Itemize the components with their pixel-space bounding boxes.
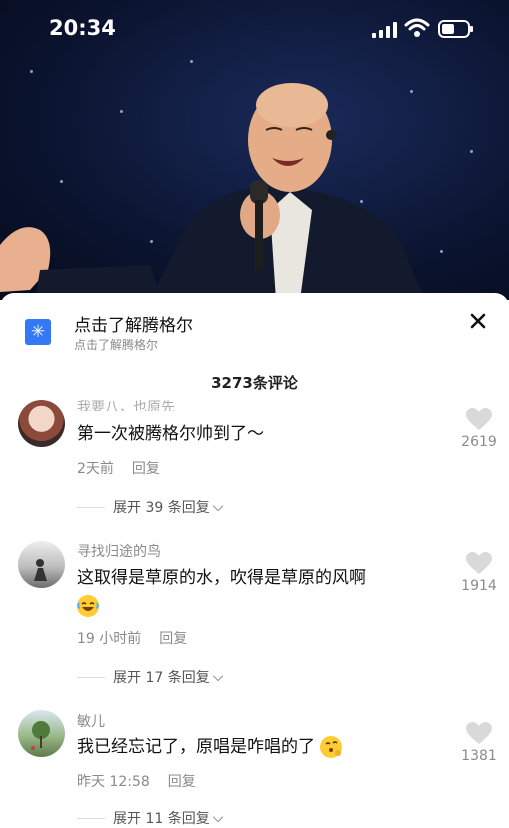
like-button[interactable]: 2619 bbox=[456, 408, 502, 450]
signal-icon bbox=[372, 22, 397, 38]
avatar[interactable] bbox=[18, 400, 65, 447]
close-icon[interactable] bbox=[466, 309, 490, 333]
expand-replies-button[interactable]: 展开 17 条回复 ⌵ bbox=[77, 667, 223, 687]
status-time: 20:34 bbox=[49, 16, 116, 40]
comment-text-content: 第一次被腾格尔帅到了～ bbox=[77, 424, 264, 444]
singer-image bbox=[0, 83, 425, 300]
heart-icon bbox=[466, 552, 492, 574]
chevron-down-icon: ⌵ bbox=[212, 669, 224, 685]
comment-text[interactable]: 第一次被腾格尔帅到了～ bbox=[77, 420, 427, 448]
expand-replies-label: 展开 39 条回复 bbox=[113, 500, 210, 516]
comment-username[interactable]: 我要八，也原先 bbox=[77, 397, 175, 411]
comment-username[interactable]: 敏儿 bbox=[77, 711, 105, 731]
status-bar: 20:34 bbox=[0, 0, 509, 58]
heart-icon bbox=[466, 408, 492, 430]
asterisk-icon[interactable]: ✳ bbox=[25, 319, 51, 345]
divider bbox=[77, 817, 105, 819]
avatar[interactable] bbox=[18, 710, 65, 757]
like-count: 2619 bbox=[461, 434, 497, 450]
comment-text[interactable]: 我已经忘记了，原唱是咋唱的了 bbox=[77, 733, 427, 761]
landscape-icon bbox=[31, 721, 50, 750]
source-title[interactable]: 点击了解腾格尔 bbox=[74, 311, 193, 336]
comment-time: 2天前 bbox=[77, 461, 114, 477]
battery-icon bbox=[438, 20, 473, 38]
comment-meta: 昨天 12:58 回复 bbox=[77, 771, 196, 791]
wifi-icon bbox=[404, 18, 430, 37]
comment-text-content: 我已经忘记了，原唱是咋唱的了 bbox=[77, 737, 315, 757]
like-count: 1381 bbox=[461, 748, 497, 764]
like-button[interactable]: 1381 bbox=[456, 722, 502, 764]
reply-button[interactable]: 回复 bbox=[159, 631, 187, 647]
silhouette-icon bbox=[34, 559, 47, 581]
comment-text-content: 这取得是草原的水，吹得是草原的风啊 bbox=[77, 568, 366, 588]
chevron-down-icon: ⌵ bbox=[212, 810, 224, 826]
reply-button[interactable]: 回复 bbox=[132, 461, 160, 477]
expand-replies-button[interactable]: 展开 39 条回复 ⌵ bbox=[77, 497, 223, 517]
avatar[interactable] bbox=[18, 541, 65, 588]
expand-replies-button[interactable]: 展开 11 条回复 ⌵ bbox=[77, 808, 223, 828]
thinking-emoji bbox=[320, 736, 343, 758]
divider bbox=[77, 676, 105, 678]
like-count: 1914 bbox=[461, 578, 497, 594]
comment-count: 3273条评论 bbox=[211, 374, 298, 392]
reply-button[interactable]: 回复 bbox=[168, 774, 196, 790]
comment-time: 昨天 12:58 bbox=[77, 774, 150, 790]
comment-meta: 2天前 回复 bbox=[77, 458, 160, 478]
heart-icon bbox=[466, 722, 492, 744]
like-button[interactable]: 1914 bbox=[456, 552, 502, 594]
expand-replies-label: 展开 17 条回复 bbox=[113, 670, 210, 686]
comment-time: 19 小时前 bbox=[77, 631, 142, 647]
comment-text[interactable]: 这取得是草原的水，吹得是草原的风啊 bbox=[77, 564, 427, 620]
chevron-down-icon: ⌵ bbox=[212, 499, 224, 515]
comment-username[interactable]: 寻找归途的鸟 bbox=[77, 541, 161, 561]
laughing-tears-emoji bbox=[77, 595, 99, 617]
divider bbox=[77, 506, 105, 508]
source-subtitle: 点击了解腾格尔 bbox=[74, 338, 159, 352]
expand-replies-label: 展开 11 条回复 bbox=[113, 811, 210, 827]
comment-meta: 19 小时前 回复 bbox=[77, 628, 187, 648]
